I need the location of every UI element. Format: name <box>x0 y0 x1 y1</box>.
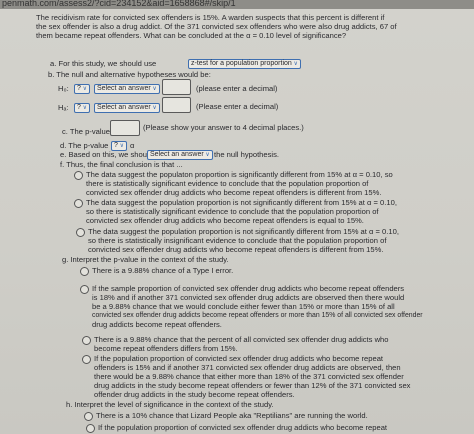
test-type-select[interactable]: z-test for a population proportion <box>188 59 301 69</box>
pvalue-interp-text: be a 9.88% chance that we would conclude… <box>92 302 395 311</box>
pvalue-interp-text: offender drug addicts in the study becom… <box>94 390 295 399</box>
question-page: The recidivism rate for convicted sex of… <box>0 9 474 434</box>
significance-interp-radio-2[interactable] <box>86 424 95 433</box>
h0-symbol-select[interactable]: ? <box>74 84 90 94</box>
pvalue-interp-text: There is a 9.88% chance that the percent… <box>94 335 389 344</box>
pvalue-interp-text: convicted sex offender drug addicts beco… <box>92 312 423 319</box>
h0-hint: (please enter a decimal) <box>196 84 278 93</box>
part-f-label: f. Thus, the final conclusion is that ..… <box>60 160 183 169</box>
alpha-symbol: α <box>130 141 135 150</box>
pvalue-interp-text: If the population proportion of convicte… <box>94 354 384 363</box>
question-line: The recidivism rate for convicted sex of… <box>36 13 385 22</box>
pvalue-interp-radio-2[interactable] <box>80 285 89 294</box>
h0-label: H₀: <box>58 84 69 93</box>
question-line: them became repeat offenders. What can b… <box>36 31 347 40</box>
pvalue-interp-text: drug addicts in the study become repeat … <box>94 381 411 390</box>
pvalue-interp-text: If the sample proportion of convicted se… <box>92 284 405 293</box>
conclusion-option-text: so there is statistically significant ev… <box>86 207 379 216</box>
conclusion-option-text: convicted sex offender drug addicts who … <box>88 245 384 254</box>
part-g-label: g. Interpret the p-value in the context … <box>62 255 229 264</box>
ha-symbol-select[interactable]: ? <box>74 103 90 113</box>
part-d-label: d. The p-value is <box>60 141 117 150</box>
conclusion-radio-1[interactable] <box>74 171 83 180</box>
part-a-label: a. For this study, we should use <box>50 59 157 68</box>
part-c-hint: (Please show your answer to 4 decimal pl… <box>143 123 304 132</box>
part-e-suffix: the null hypothesis. <box>214 150 280 159</box>
conclusion-option-text: so there is statistically insignificant … <box>88 236 387 245</box>
pvalue-interp-text: offenders is 15% and if another 371 conv… <box>94 363 401 372</box>
question-line: the sex offender is also a drug addict. … <box>36 22 397 31</box>
part-b-label: b. The null and alternative hypotheses w… <box>48 70 211 79</box>
pvalue-interp-text: drug addicts become repeat offenders. <box>92 320 222 329</box>
conclusion-radio-2[interactable] <box>74 199 83 208</box>
pvalue-interp-text: there would be a 9.88% chance that eithe… <box>94 372 404 381</box>
ha-label: Hₐ: <box>58 103 69 112</box>
pvalue-interp-radio-4[interactable] <box>82 355 91 364</box>
decision-select[interactable]: Select an answer <box>147 150 213 160</box>
ha-hint: (Please enter a decimal) <box>196 102 279 111</box>
pvalue-interp-radio-3[interactable] <box>82 336 91 345</box>
pvalue-interp-text: is 18% and if another 371 convicted sex … <box>92 293 405 302</box>
browser-url-bar[interactable]: penmath.com/assess2/?cid=234152&aid=1658… <box>0 0 474 9</box>
conclusion-option-text: The data suggest the population proporti… <box>88 227 399 236</box>
conclusion-option-text: there is statistically significant evide… <box>86 179 369 188</box>
part-e-label: e. Based on this, we should <box>60 150 153 159</box>
part-c-label: c. The p-value = <box>62 127 117 136</box>
p-value-input[interactable] <box>110 120 140 136</box>
h0-parameter-select[interactable]: Select an answer <box>94 84 160 94</box>
conclusion-radio-3[interactable] <box>76 228 85 237</box>
pvalue-interp-radio-1[interactable] <box>80 267 89 276</box>
conclusion-option-text: convicted sex offender drug addicts who … <box>86 188 382 197</box>
pvalue-interp-text: become repeat offenders differs from 15%… <box>94 344 238 353</box>
ha-parameter-select[interactable]: Select an answer <box>94 103 160 113</box>
conclusion-option-text: The data suggest the populaton proportio… <box>86 170 393 179</box>
significance-interp-text: There is a 10% chance that Lizard People… <box>96 411 368 420</box>
conclusion-option-text: The data suggest the population proporti… <box>86 198 397 207</box>
ha-value-input[interactable] <box>162 97 191 113</box>
significance-interp-text: If the population proportion of convicte… <box>98 423 388 432</box>
pvalue-interp-text: There is a 9.88% chance of a Type I erro… <box>92 266 234 275</box>
h0-value-input[interactable] <box>162 79 191 95</box>
conclusion-option-text: convicted sex offender drug addicts who … <box>86 216 364 225</box>
part-h-label: h. Interpret the level of significance i… <box>66 400 274 409</box>
significance-interp-radio-1[interactable] <box>84 412 93 421</box>
url-text: penmath.com/assess2/?cid=234152&aid=1658… <box>2 0 236 8</box>
